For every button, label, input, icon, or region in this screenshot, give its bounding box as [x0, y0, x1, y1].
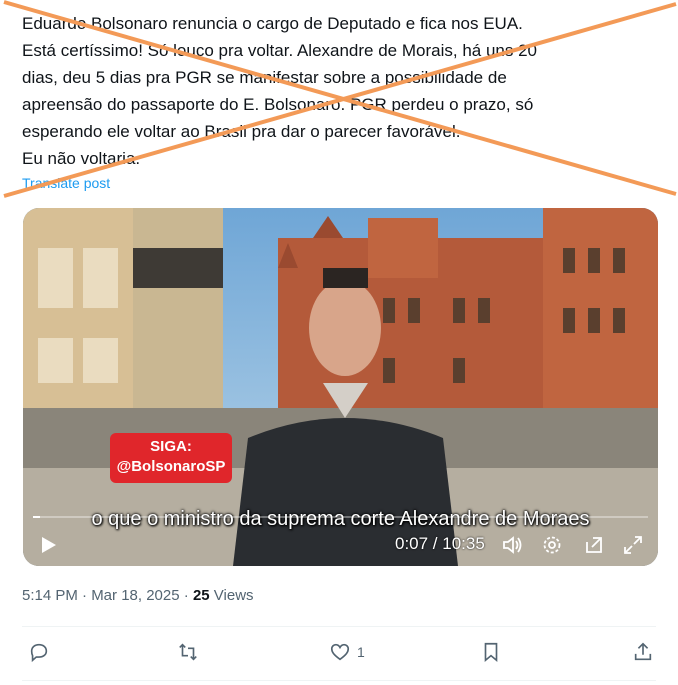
meta-separator: ·: [179, 587, 193, 604]
follow-badge: SIGA: @BolsonaroSP: [110, 433, 232, 483]
post-timestamp[interactable]: 5:14 PM · Mar 18, 2025: [22, 587, 180, 604]
pip-button[interactable]: [581, 532, 607, 558]
pip-icon: [586, 537, 602, 553]
reply-icon: [30, 643, 48, 663]
like-icon: [330, 643, 350, 661]
post-line: apreensão do passaporte do E. Bolsonaro.…: [22, 95, 534, 114]
bookmark-icon: [484, 642, 498, 663]
post-line: Está certíssimo! Só louco pra voltar. Al…: [22, 41, 537, 60]
post-line: esperando ele voltar ao Brasil pra dar o…: [22, 122, 461, 141]
divider: [22, 626, 656, 627]
video-time: 0:07 / 10:35: [395, 534, 485, 553]
share-icon: [634, 642, 652, 661]
post-meta: 5:14 PM · Mar 18, 2025 · 25 Views: [22, 587, 254, 604]
post-line: dias, deu 5 dias pra PGR se manifestar s…: [22, 68, 507, 87]
volume-button[interactable]: [499, 532, 525, 558]
repost-button[interactable]: [177, 641, 199, 663]
post-text: Eduardo Bolsonaro renuncia o cargo de De…: [22, 10, 662, 172]
repost-icon: [179, 643, 197, 661]
video-progress-bar[interactable]: [33, 516, 648, 518]
play-icon: [42, 537, 56, 553]
post-actions: 1: [0, 637, 678, 673]
badge-handle: @BolsonaroSP: [116, 458, 226, 475]
share-button[interactable]: [632, 641, 654, 663]
fullscreen-icon: [624, 536, 642, 554]
post-line: Eduardo Bolsonaro renuncia o cargo de De…: [22, 14, 523, 33]
video-player[interactable]: SIGA: @BolsonaroSP o que o ministro da s…: [23, 208, 658, 566]
views-count: 25: [192, 587, 210, 604]
fullscreen-button[interactable]: [620, 532, 646, 558]
views-label: Views: [209, 587, 254, 604]
volume-icon: [503, 536, 522, 554]
reply-button[interactable]: [28, 641, 50, 663]
settings-icon: [543, 536, 561, 554]
settings-button[interactable]: [539, 532, 565, 558]
video-controls: 0:07 / 10:35: [23, 522, 658, 566]
like-count: 1: [357, 644, 365, 660]
divider: [22, 680, 656, 681]
translate-post-link[interactable]: Translate post: [22, 175, 110, 191]
video-progress-fill: [33, 516, 40, 518]
bookmark-button[interactable]: [480, 641, 502, 663]
like-button[interactable]: 1: [329, 641, 365, 663]
play-button[interactable]: [35, 532, 61, 558]
post-line: Eu não voltaria.: [22, 149, 141, 168]
badge-line: SIGA:: [150, 438, 192, 455]
